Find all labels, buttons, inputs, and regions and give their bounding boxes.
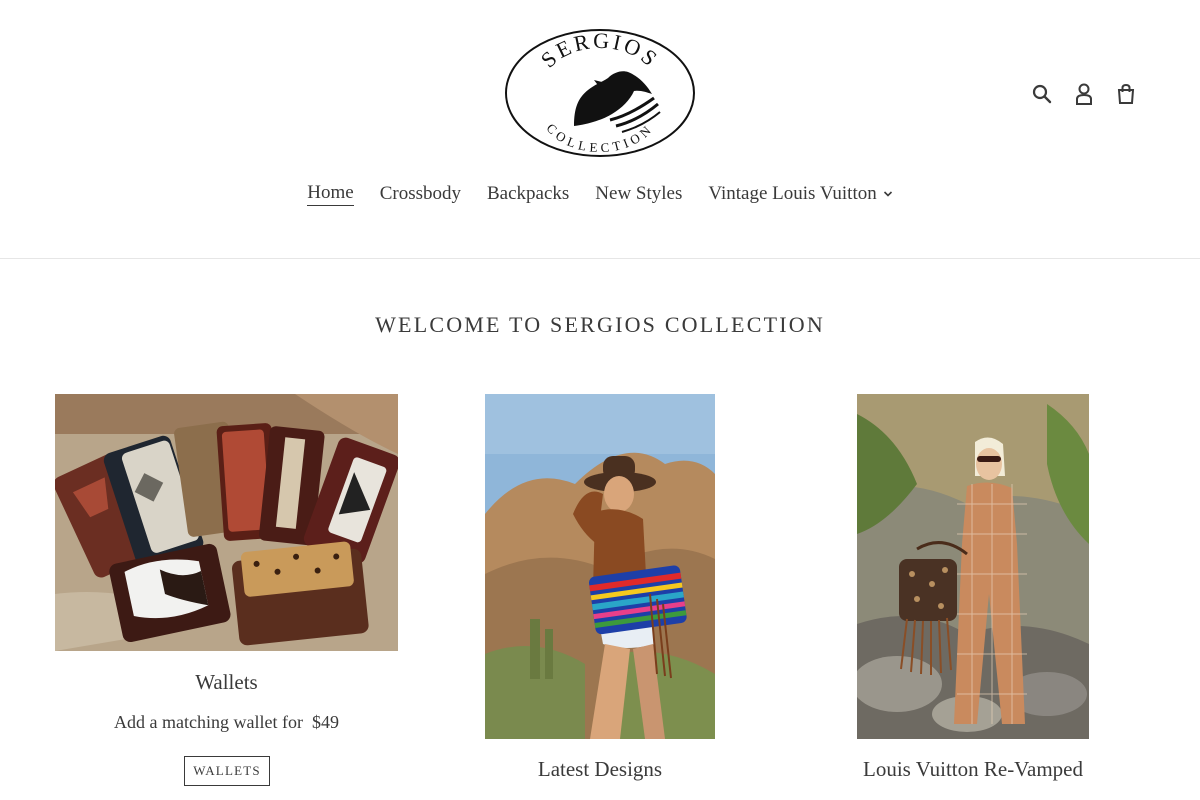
- account-icon[interactable]: [1072, 82, 1096, 106]
- nav-label: Backpacks: [486, 183, 570, 204]
- main-nav: Home Crossbody Backpacks New Styles Vint…: [0, 182, 1200, 206]
- card-title-louis-vuitton-revamped[interactable]: Louis Vuitton Re-Vamped: [803, 757, 1143, 782]
- nav-item-crossbody[interactable]: Crossbody: [380, 182, 461, 206]
- wallets-image[interactable]: [55, 394, 398, 651]
- louis-vuitton-revamped-image[interactable]: [857, 394, 1089, 739]
- page-heading: WELCOME TO SERGIOS COLLECTION: [375, 312, 825, 337]
- search-icon[interactable]: [1030, 82, 1054, 106]
- nav-label: Home: [307, 182, 354, 206]
- site-header: SERGIOS COLLECTION Home Crossbody Backpa…: [0, 0, 1200, 259]
- card-subtitle-wallets: Add a matching wallet for $49: [114, 712, 339, 732]
- wallets-button[interactable]: WALLETS: [184, 756, 270, 786]
- card-title-latest-designs[interactable]: Latest Designs: [430, 757, 770, 782]
- nav-label: Crossbody: [379, 183, 461, 204]
- nav-item-new-styles[interactable]: New Styles: [595, 182, 682, 206]
- chevron-down-icon: [883, 191, 892, 197]
- nav-item-backpacks[interactable]: Backpacks: [487, 182, 569, 206]
- card-title-wallets[interactable]: Wallets: [55, 670, 398, 695]
- nav-label: Vintage Louis Vuitton: [708, 183, 877, 204]
- latest-designs-image[interactable]: [485, 394, 715, 739]
- nav-item-home[interactable]: Home: [307, 182, 354, 206]
- sergios-collection-logo[interactable]: SERGIOS COLLECTION: [504, 28, 696, 158]
- header-icons: [1030, 82, 1138, 106]
- cart-icon[interactable]: [1114, 82, 1138, 106]
- nav-item-vintage-louis-vuitton[interactable]: Vintage Louis Vuitton: [708, 182, 892, 206]
- nav-label: New Styles: [595, 183, 683, 204]
